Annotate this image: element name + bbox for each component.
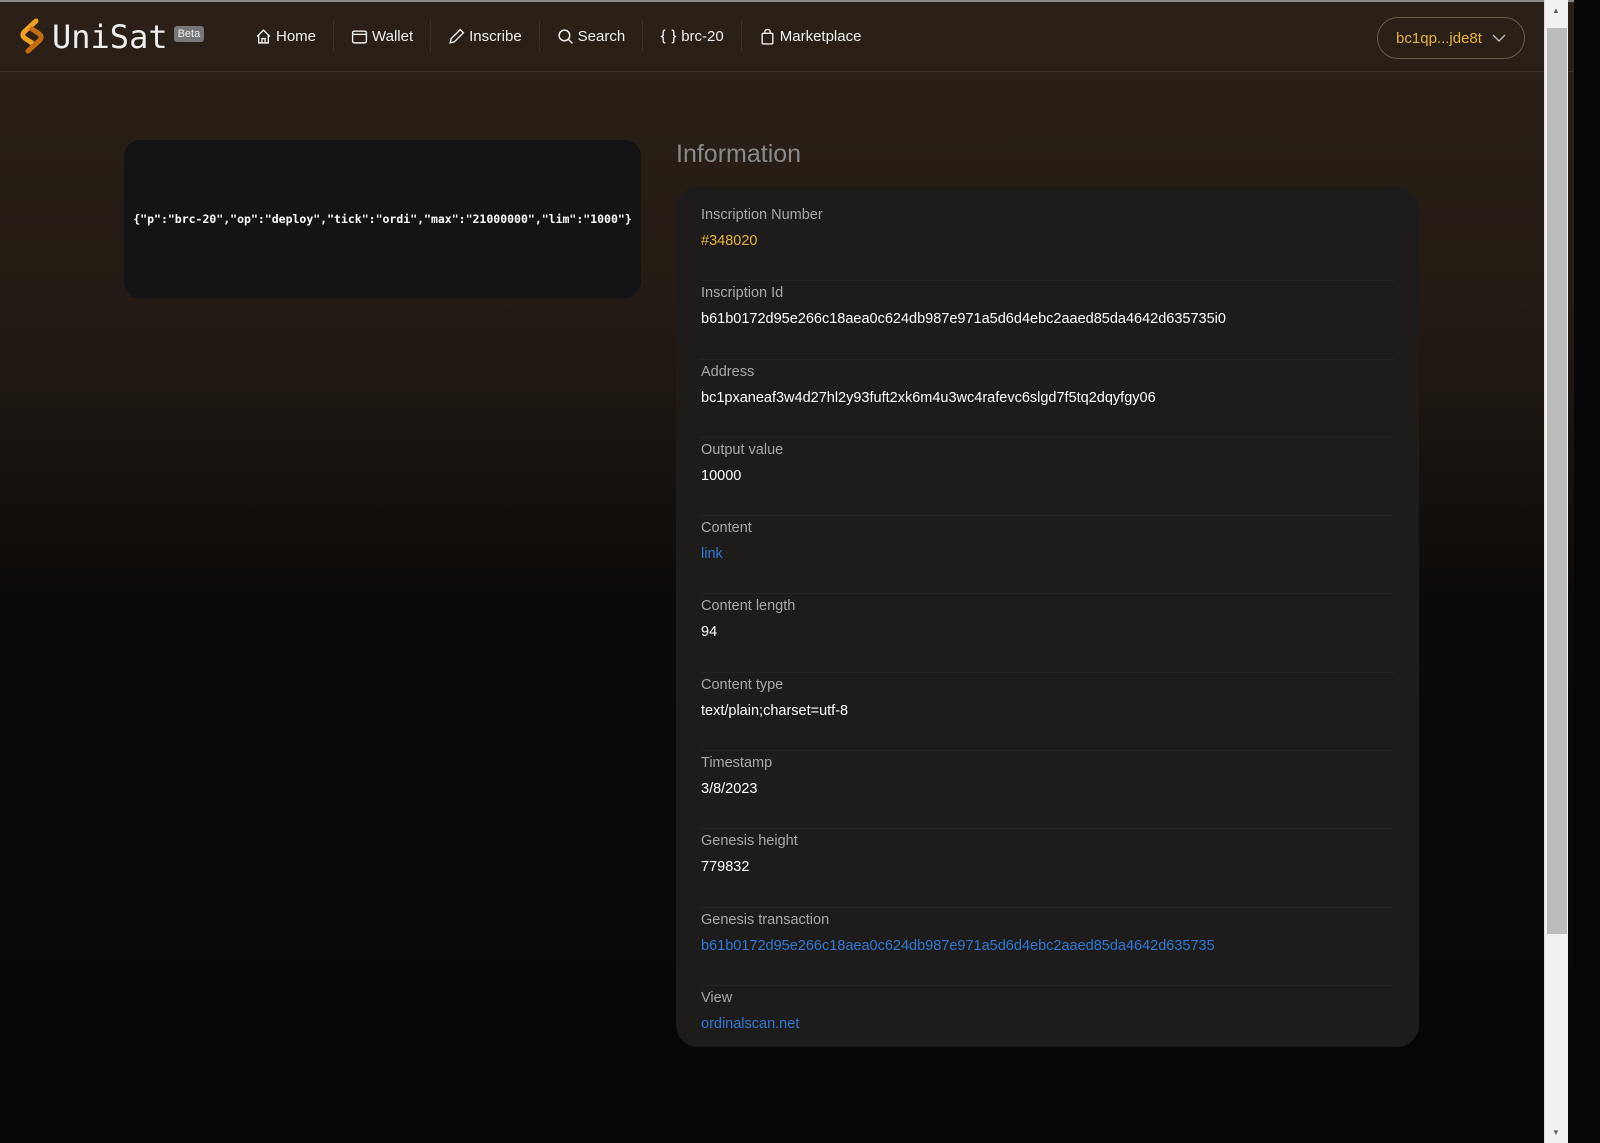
wallet-address: bc1qp...jde8t bbox=[1396, 29, 1482, 47]
nav-label: Marketplace bbox=[779, 27, 862, 45]
pencil-icon bbox=[449, 28, 465, 44]
info-value: 10000 bbox=[701, 467, 742, 484]
main-menu: Home Wallet Inscribe Search brc-20 Marke… bbox=[238, 20, 878, 52]
wallet-icon bbox=[351, 29, 368, 44]
nav-label: Home bbox=[276, 27, 317, 45]
inscription-preview: {"p":"brc-20","op":"deploy","tick":"ordi… bbox=[124, 140, 641, 298]
top-nav: UniSat Beta Home Wallet Inscribe Search … bbox=[0, 2, 1574, 72]
info-label: Timestamp bbox=[701, 755, 773, 772]
info-row-output-value: Output value 10000 bbox=[701, 438, 1394, 517]
info-row-genesis-height: Genesis height 779832 bbox=[701, 829, 1394, 908]
info-value: 94 bbox=[701, 624, 718, 641]
nav-brc20[interactable]: brc-20 bbox=[643, 20, 742, 52]
preview-content: {"p":"brc-20","op":"deploy","tick":"ordi… bbox=[133, 212, 632, 226]
nav-wallet[interactable]: Wallet bbox=[334, 20, 432, 52]
info-label: Inscription Number bbox=[701, 207, 823, 223]
nav-inscribe[interactable]: Inscribe bbox=[431, 20, 540, 52]
nav-home[interactable]: Home bbox=[238, 20, 335, 52]
information-card: Inscription Number #348020 Inscription Id… bbox=[676, 187, 1419, 1047]
info-label: Inscription Id bbox=[701, 285, 784, 302]
chevron-down-icon bbox=[1492, 34, 1506, 42]
ordinalscan-link[interactable]: ordinalscan.net bbox=[701, 1014, 1394, 1034]
info-value: #348020 bbox=[701, 233, 758, 249]
brand-name: UniSat bbox=[52, 18, 168, 56]
info-value: 3/8/2023 bbox=[701, 781, 758, 798]
genesis-transaction-link[interactable]: b61b0172d95e266c18aea0c624db987e971a5d6d… bbox=[701, 936, 1394, 956]
nav-label: Search bbox=[577, 27, 626, 45]
info-label: Content length bbox=[701, 598, 796, 615]
home-icon bbox=[256, 28, 271, 44]
info-value: b61b0172d95e266c18aea0c624db987e971a5d6d… bbox=[701, 311, 1226, 328]
info-row-content-length: Content length 94 bbox=[701, 594, 1394, 673]
info-label: Content type bbox=[701, 676, 784, 693]
info-row-timestamp: Timestamp 3/8/2023 bbox=[701, 751, 1394, 830]
search-icon bbox=[558, 28, 573, 44]
information-heading: Information bbox=[676, 140, 802, 168]
beta-badge: Beta bbox=[173, 26, 205, 42]
scroll-up-icon[interactable]: ▲ bbox=[1552, 6, 1560, 15]
info-row-inscription-number: Inscription Number #348020 bbox=[701, 203, 1394, 282]
info-value: 779832 bbox=[701, 859, 750, 876]
info-row-address: Address bc1pxaneaf3w4d27hl2y93fuft2xk6m4u… bbox=[701, 360, 1394, 438]
vertical-scrollbar[interactable]: ▲ ▼ bbox=[1544, 0, 1568, 1143]
nav-label: brc-20 bbox=[681, 27, 724, 45]
scroll-down-icon[interactable]: ▼ bbox=[1552, 1128, 1560, 1137]
info-label: Content bbox=[701, 520, 752, 537]
info-row-inscription-id: Inscription Id b61b0172d95e266c18aea0c624… bbox=[701, 281, 1394, 360]
bag-icon bbox=[761, 28, 774, 45]
braces-icon bbox=[660, 28, 677, 44]
info-value: text/plain;charset=utf-8 bbox=[701, 702, 849, 719]
info-label: Genesis height bbox=[701, 833, 798, 850]
info-label: View bbox=[701, 989, 733, 1006]
info-label: Output value bbox=[701, 441, 784, 458]
content-link[interactable]: link bbox=[701, 544, 1394, 564]
info-row-content-type: Content type text/plain;charset=utf-8 bbox=[701, 673, 1394, 752]
info-row-genesis-transaction: Genesis transaction b61b0172d95e266c18aea… bbox=[701, 908, 1394, 986]
info-row-view: View ordinalscan.net bbox=[701, 986, 1394, 1064]
info-value: bc1pxaneaf3w4d27hl2y93fuft2xk6m4u3wc4raf… bbox=[701, 389, 1156, 406]
unisat-logo-icon bbox=[20, 18, 44, 54]
page: UniSat Beta Home Wallet Inscribe Search … bbox=[0, 0, 1574, 1143]
info-label: Address bbox=[701, 363, 755, 380]
nav-label: Wallet bbox=[372, 27, 414, 45]
nav-search[interactable]: Search bbox=[540, 20, 644, 52]
info-label: Genesis transaction bbox=[701, 911, 830, 928]
info-row-content: Content link bbox=[701, 516, 1394, 595]
scrollbar-thumb[interactable] bbox=[1547, 28, 1567, 934]
logo[interactable]: UniSat Beta bbox=[18, 18, 205, 56]
nav-marketplace[interactable]: Marketplace bbox=[742, 20, 879, 52]
wallet-address-button[interactable]: bc1qp...jde8t bbox=[1377, 17, 1525, 59]
nav-label: Inscribe bbox=[469, 27, 522, 45]
